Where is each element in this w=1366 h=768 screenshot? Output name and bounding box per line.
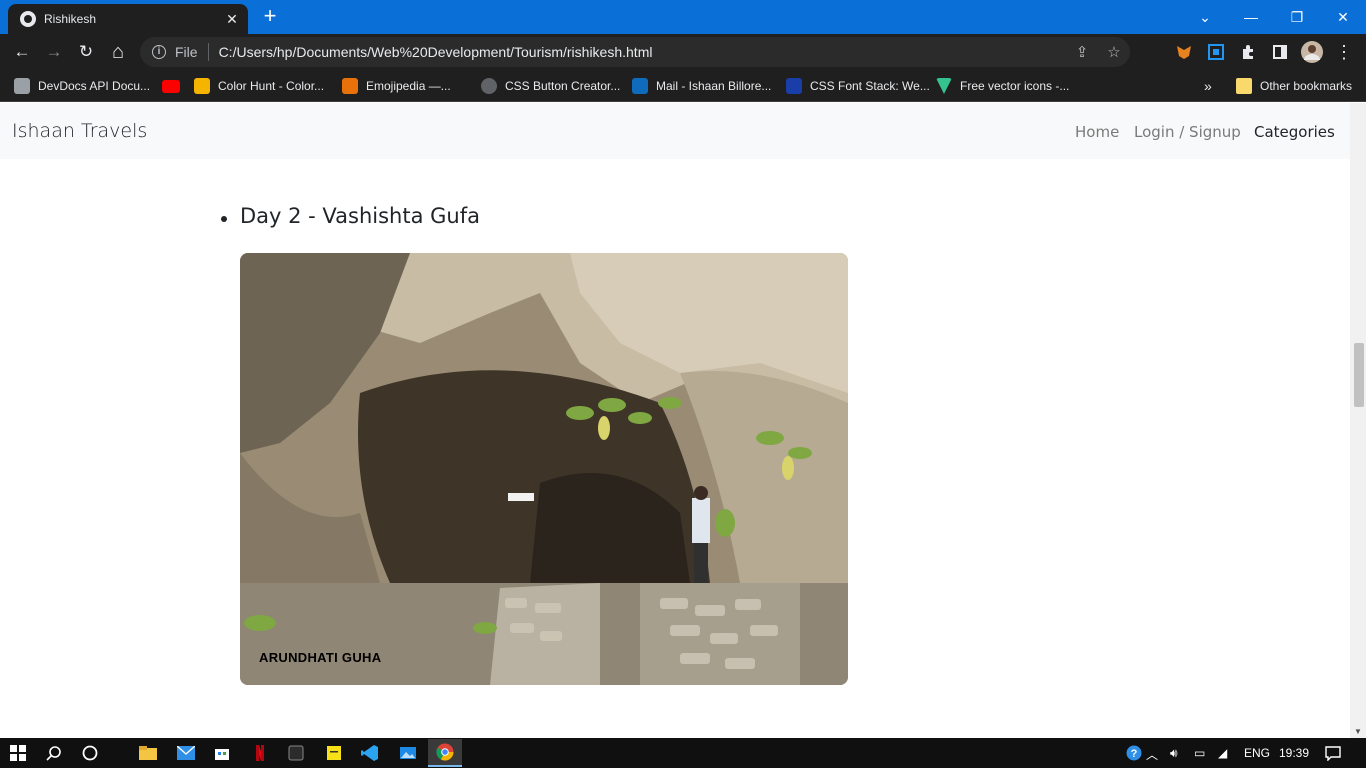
bookmark-mail[interactable]: Mail - Ishaan Billore...	[632, 76, 771, 96]
other-bookmarks-folder[interactable]: Other bookmarks	[1236, 76, 1352, 96]
photos-app-icon[interactable]	[398, 743, 418, 763]
app-icon[interactable]	[286, 743, 306, 763]
vscode-icon[interactable]	[360, 743, 380, 763]
url-text[interactable]: C:/Users/hp/Documents/Web%20Development/…	[219, 44, 1066, 60]
show-hidden-icons-chevron-icon[interactable]: ︿	[1146, 746, 1158, 763]
battery-icon[interactable]: ▭	[1194, 746, 1205, 760]
network-icon[interactable]: ◢	[1218, 746, 1227, 760]
vector-icon	[936, 78, 952, 94]
restore-button[interactable]: ❐	[1274, 0, 1320, 34]
browser-title-bar: Rishikesh ✕ + ⌄ — ❐ ✕	[0, 0, 1366, 34]
svg-text:?: ?	[1131, 748, 1138, 760]
extensions-puzzle-icon[interactable]	[1236, 40, 1260, 64]
bookmark-label: CSS Font Stack: We...	[810, 79, 930, 93]
close-window-button[interactable]: ✕	[1320, 0, 1366, 34]
emojipedia-icon	[342, 78, 358, 94]
sticky-notes-icon[interactable]	[324, 743, 344, 763]
web-page: Ishaan Travels Home Login / Signup Categ…	[0, 103, 1350, 738]
address-bar[interactable]: i File C:/Users/hp/Documents/Web%20Devel…	[140, 37, 1130, 67]
reload-button[interactable]: ↻	[74, 40, 98, 64]
forward-button[interactable]: →	[42, 40, 66, 64]
scheme-label: File	[175, 44, 198, 60]
list-bullet	[221, 216, 227, 222]
globe-icon	[20, 11, 36, 27]
netflix-icon[interactable]	[250, 743, 270, 763]
bookmark-star-icon[interactable]: ☆	[1098, 43, 1130, 61]
bookmark-label: DevDocs API Docu...	[38, 79, 151, 93]
site-info-icon[interactable]: i	[152, 45, 166, 59]
clock[interactable]: 19:39	[1279, 746, 1309, 760]
other-bookmarks-label: Other bookmarks	[1260, 79, 1353, 93]
share-icon[interactable]: ⇪	[1066, 43, 1098, 61]
minimize-button[interactable]: —	[1228, 0, 1274, 34]
profile-avatar[interactable]	[1300, 40, 1324, 64]
scroll-down-arrow-icon[interactable]: ▼	[1354, 727, 1362, 736]
bookmark-css-button-creator[interactable]: CSS Button Creator...	[481, 76, 620, 96]
cave-photo-illustration	[240, 253, 848, 685]
bookmark-emojipedia[interactable]: Emojipedia —...	[342, 76, 451, 96]
bookmark-css-font-stack[interactable]: CSS Font Stack: We...	[786, 76, 930, 96]
site-navbar: Ishaan Travels Home Login / Signup Categ…	[0, 103, 1350, 159]
tab-search-icon[interactable]: ⌄	[1182, 0, 1228, 34]
notifications-icon[interactable]	[1323, 743, 1343, 763]
browser-tab[interactable]: Rishikesh ✕	[8, 4, 248, 34]
gear-icon	[481, 78, 497, 94]
bookmark-label: Free vector icons -...	[960, 79, 1070, 93]
mail-app-icon[interactable]	[176, 743, 196, 763]
day-heading: Day 2 - Vashishta Gufa	[240, 204, 480, 228]
bookmark-label: CSS Button Creator...	[505, 79, 621, 93]
windows-start-icon[interactable]	[8, 743, 28, 763]
youtube-icon	[162, 79, 180, 93]
bookmarks-overflow-button[interactable]: »	[1204, 76, 1212, 96]
new-tab-button[interactable]: +	[258, 5, 282, 29]
search-icon[interactable]	[44, 743, 64, 763]
bookmark-label: Color Hunt - Color...	[218, 79, 325, 93]
back-button[interactable]: ←	[10, 40, 34, 64]
nav-categories-link[interactable]: Categories	[1254, 123, 1335, 141]
omnibox-divider	[207, 43, 209, 61]
page-scrollbar[interactable]: ▼	[1350, 103, 1366, 738]
bookmark-devdocs[interactable]: DevDocs API Docu...	[14, 76, 150, 96]
scrollbar-thumb[interactable]	[1354, 343, 1364, 407]
store-icon[interactable]	[212, 743, 232, 763]
css-font-stack-icon	[786, 78, 802, 94]
bookmarks-bar: DevDocs API Docu... Color Hunt - Color..…	[0, 70, 1366, 102]
bookmark-color-hunt[interactable]: Color Hunt - Color...	[194, 76, 324, 96]
folder-icon	[1236, 78, 1252, 94]
language-indicator[interactable]: ENG	[1244, 746, 1270, 760]
devdocs-icon	[14, 78, 30, 94]
tab-close-icon[interactable]: ✕	[222, 11, 242, 28]
file-explorer-icon[interactable]	[138, 743, 158, 763]
windows-taskbar: ? ︿ 🔊︎ ▭ ◢ ENG 19:39	[0, 738, 1366, 768]
menu-kebab-icon[interactable]: ⋮	[1332, 40, 1356, 64]
nav-login-signup-link[interactable]: Login / Signup	[1134, 123, 1241, 141]
nav-home-link[interactable]: Home	[1075, 123, 1119, 141]
home-button[interactable]: ⌂	[106, 40, 130, 64]
bookmark-label: Emojipedia —...	[366, 79, 451, 93]
side-panel-icon[interactable]	[1268, 40, 1292, 64]
vashishta-gufa-photo: ARUNDHATI GUHA	[240, 253, 848, 685]
metamask-extension-icon[interactable]	[1172, 40, 1196, 64]
bookmark-free-vector-icons[interactable]: Free vector icons -...	[936, 76, 1069, 96]
volume-icon[interactable]: 🔊︎	[1170, 746, 1178, 761]
site-brand[interactable]: Ishaan Travels	[12, 120, 147, 142]
chrome-taskbar-icon[interactable]	[428, 739, 462, 767]
cortana-icon[interactable]	[80, 743, 100, 763]
outlook-icon	[632, 78, 648, 94]
photo-watermark: ARUNDHATI GUHA	[259, 650, 382, 665]
color-hunt-icon	[194, 78, 210, 94]
bookmark-youtube[interactable]	[162, 76, 188, 96]
help-icon[interactable]: ?	[1124, 743, 1144, 763]
bookmark-label: Mail - Ishaan Billore...	[656, 79, 772, 93]
browser-toolbar: ← → ↻ ⌂ i File C:/Users/hp/Documents/Web…	[0, 34, 1366, 70]
tab-title: Rishikesh	[44, 12, 97, 26]
screenshot-extension-icon[interactable]	[1204, 40, 1228, 64]
